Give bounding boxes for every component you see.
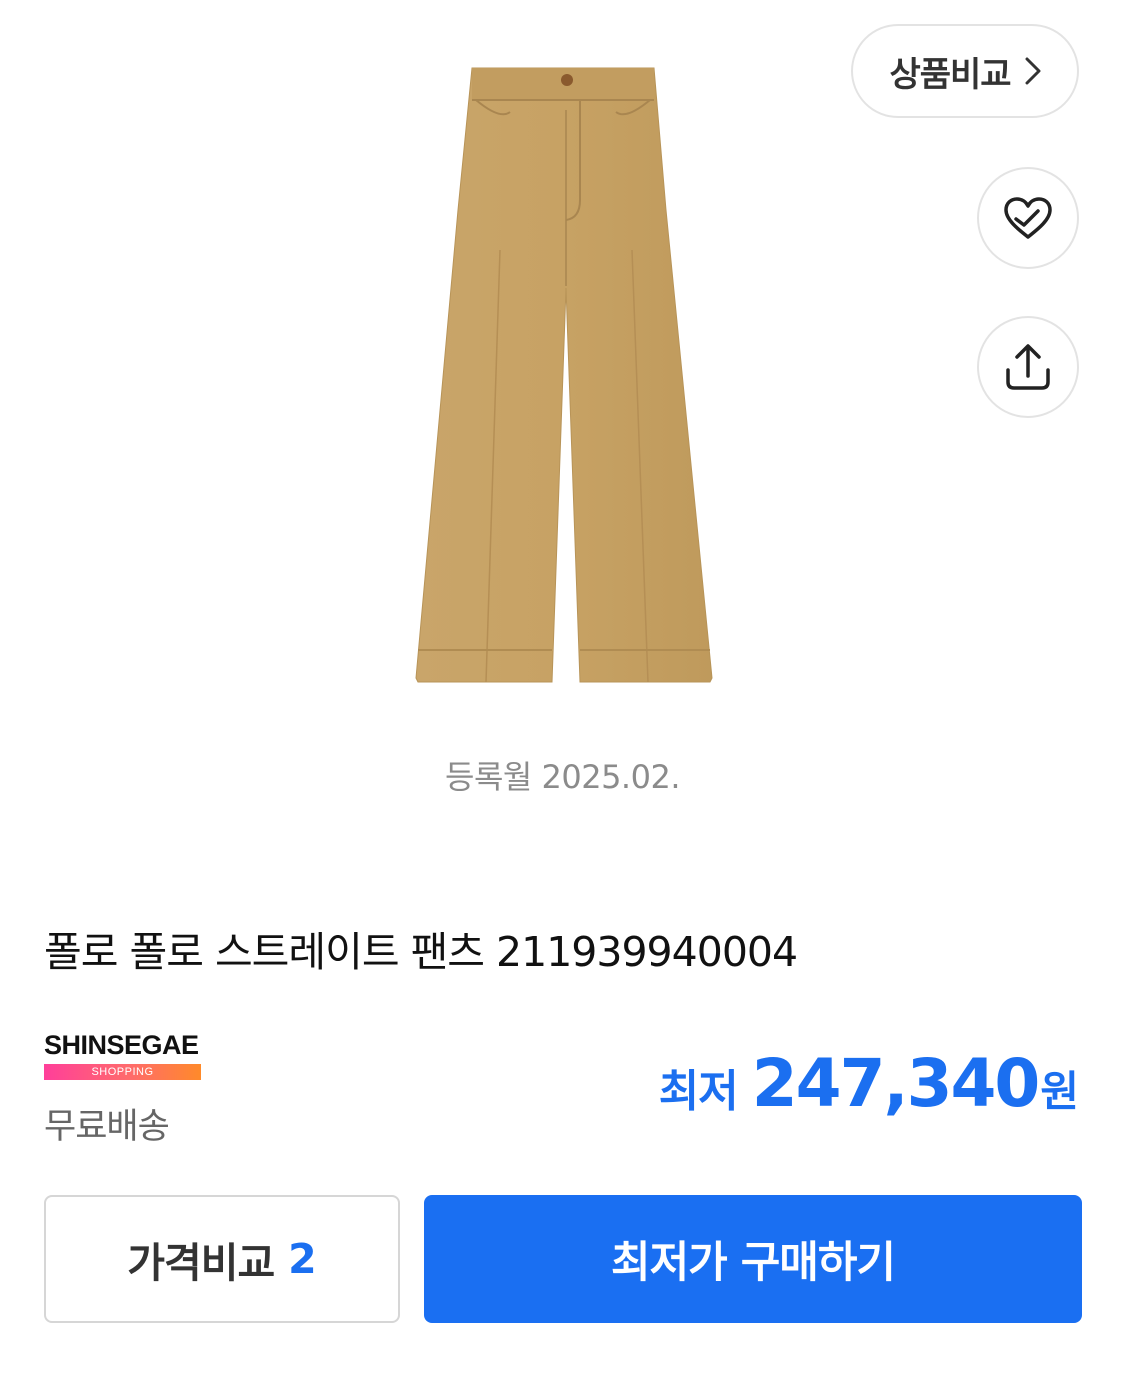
wishlist-button[interactable] (977, 167, 1079, 269)
registration-date: 등록월 2025.02. (445, 758, 681, 796)
share-icon (1006, 344, 1050, 390)
price-amount: 247,340 (751, 1045, 1041, 1122)
price-prefix: 최저 (658, 1066, 739, 1117)
price-unit: 원 (1040, 1067, 1079, 1116)
chevron-right-icon (1025, 57, 1041, 85)
seller-logo: SHINSEGAE SHOPPING (44, 1030, 204, 1084)
buy-button-label: 최저가 구매하기 (611, 1238, 896, 1288)
compare-products-button[interactable]: 상품비교 (851, 24, 1079, 118)
lowest-price: 최저 247,340 원 (659, 1045, 1079, 1122)
product-title[interactable]: 폴로 폴로 스트레이트 팬츠 211939940004 (44, 918, 798, 978)
price-compare-button[interactable]: 가격비교 2 (44, 1195, 400, 1323)
shipping-info: 무료배송 (44, 1107, 170, 1147)
product-image[interactable] (400, 50, 730, 700)
seller-logo-text: SHINSEGAE (44, 1030, 199, 1060)
heart-icon (1004, 197, 1052, 239)
buy-lowest-price-button[interactable]: 최저가 구매하기 (424, 1195, 1082, 1323)
price-compare-count: 2 (288, 1235, 317, 1283)
price-compare-label: 가격비교 (127, 1239, 275, 1287)
seller-logo-subtext: SHOPPING (44, 1064, 201, 1080)
share-button[interactable] (977, 316, 1079, 418)
compare-products-label: 상품비교 (889, 54, 1011, 95)
